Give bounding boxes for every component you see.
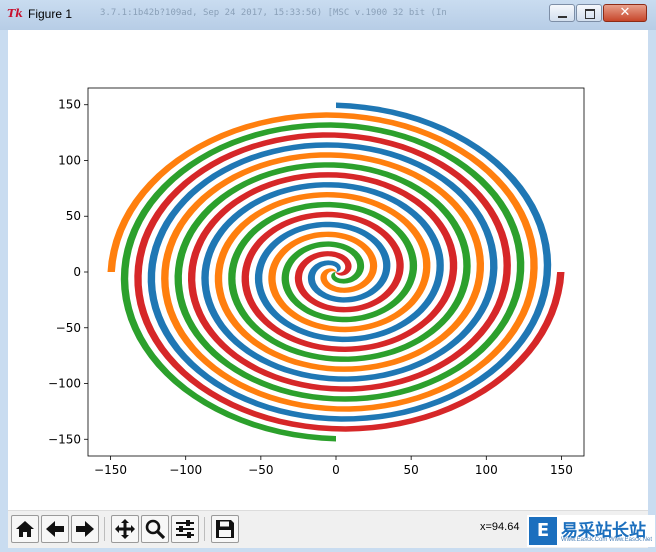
x-tick-label: 100 — [475, 463, 498, 477]
toolbar-separator — [104, 517, 105, 541]
window-border-left — [0, 30, 8, 552]
window-border-bottom — [0, 548, 656, 552]
x-tick-label: 0 — [332, 463, 340, 477]
minimize-button[interactable] — [549, 4, 575, 22]
configure-subplots-button[interactable] — [171, 515, 199, 543]
background-window-title: 3.7.1:1b42b?109ad, Sep 24 2017, 15:33:56… — [100, 8, 447, 18]
arrow-right-icon — [76, 521, 94, 537]
watermark-logo-icon: E — [529, 517, 557, 545]
zoom-button[interactable] — [141, 515, 169, 543]
x-tick-label: −50 — [248, 463, 273, 477]
y-tick-label: 0 — [73, 265, 81, 279]
forward-button[interactable] — [71, 515, 99, 543]
x-tick-label: −150 — [94, 463, 127, 477]
floppy-disk-icon — [216, 520, 234, 538]
magnifier-icon — [145, 519, 165, 539]
minimize-icon — [558, 16, 567, 18]
maximize-icon — [585, 9, 595, 19]
maximize-button[interactable] — [576, 4, 602, 22]
y-tick-label: 150 — [58, 98, 81, 112]
move-icon — [115, 519, 135, 539]
x-tick-label: −100 — [169, 463, 202, 477]
title-bar: Tk Figure 1 3.7.1:1b42b?109ad, Sep 24 20… — [0, 0, 656, 31]
window-title: Figure 1 — [28, 7, 73, 21]
y-tick-label: −150 — [48, 432, 81, 446]
close-icon: ✕ — [619, 5, 631, 20]
sliders-icon — [176, 520, 194, 538]
y-tick-label: 100 — [58, 153, 81, 167]
close-button[interactable]: ✕ — [603, 4, 647, 22]
y-tick-label: −100 — [48, 377, 81, 391]
series-layer — [107, 102, 565, 442]
pan-button[interactable] — [111, 515, 139, 543]
x-tick-label: 150 — [550, 463, 573, 477]
spiral-chart: −150 −100 −50 0 50 100 150 −150 −100 −50 0 50 100 15… — [48, 87, 585, 477]
tk-feather-icon: Tk — [7, 7, 23, 20]
save-button[interactable] — [211, 515, 239, 543]
y-axis-ticks: −150 −100 −50 0 50 100 150 — [48, 98, 88, 446]
x-axis-ticks: −150 −100 −50 0 50 100 150 — [94, 456, 573, 477]
home-button[interactable] — [11, 515, 39, 543]
cursor-coordinates: x=94.64 — [480, 521, 520, 533]
back-button[interactable] — [41, 515, 69, 543]
window-border-right — [648, 30, 656, 552]
navigation-toolbar: x=94.64 E 易采站长站 Www.Easck.Com Www.Easck.… — [8, 510, 655, 549]
x-tick-label: 50 — [404, 463, 419, 477]
watermark-logo: E 易采站长站 Www.Easck.Com Www.Easck.Net — [527, 515, 655, 547]
figure-canvas[interactable]: −150 −100 −50 0 50 100 150 −150 −100 −50 0 50 100 15… — [8, 30, 648, 510]
toolbar-separator — [204, 517, 205, 541]
y-tick-label: −50 — [56, 321, 81, 335]
home-icon — [16, 521, 34, 537]
arrow-left-icon — [46, 521, 64, 537]
watermark-subtext: Www.Easck.Com Www.Easck.Net — [561, 537, 653, 543]
y-tick-label: 50 — [66, 209, 81, 223]
